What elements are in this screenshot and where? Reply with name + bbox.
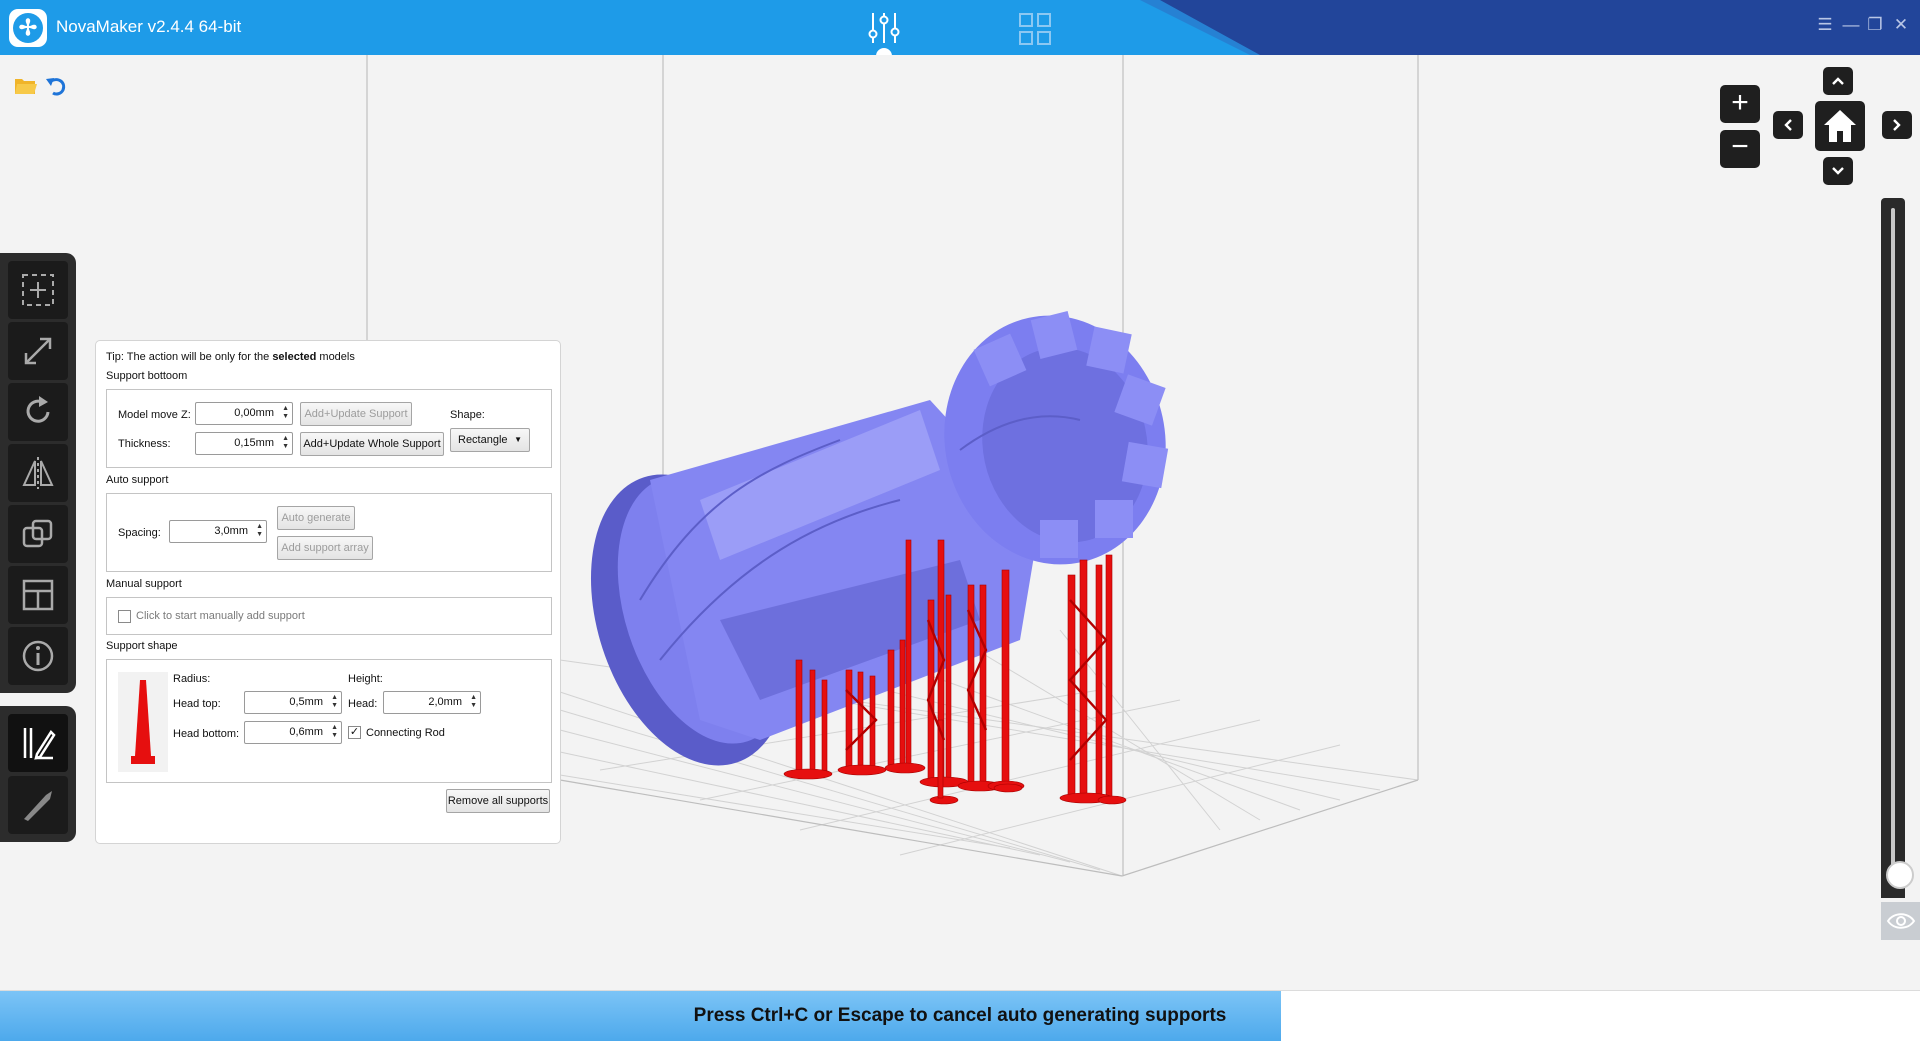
manual-support-title: Manual support	[106, 578, 182, 590]
chevron-down-icon: ▼	[514, 435, 522, 444]
knife-icon	[24, 791, 52, 821]
layout-icon	[22, 579, 54, 611]
minimize-button[interactable]: —	[1840, 14, 1862, 36]
auto-support-title: Auto support	[106, 474, 169, 486]
connecting-rod-checkbox[interactable]: ✓	[348, 726, 361, 739]
support-edit-icon	[23, 728, 56, 760]
panel-tip: Tip: The action will be only for the sel…	[106, 351, 355, 363]
home-view-button[interactable]	[1815, 101, 1865, 151]
status-bar: Press Ctrl+C or Escape to cancel auto ge…	[0, 990, 1920, 1041]
fit-view-icon	[22, 274, 54, 306]
info-icon	[22, 640, 54, 672]
support-shape-preview-icon	[118, 672, 168, 772]
chevron-down-icon	[1832, 167, 1844, 175]
close-button[interactable]: ✕	[1890, 14, 1912, 36]
duplicate-icon	[22, 519, 53, 548]
shape-label: Shape:	[450, 409, 485, 421]
fit-to-view-tool[interactable]	[8, 261, 68, 319]
rotate-icon	[26, 396, 50, 423]
knife-tool[interactable]	[8, 776, 68, 834]
auto-generate-button[interactable]: Auto generate	[277, 506, 355, 530]
menu-icon[interactable]: ☰	[1814, 14, 1836, 36]
view-down-button[interactable]	[1823, 157, 1853, 185]
app-title: NovaMaker v2.4.4 64-bit	[56, 17, 242, 36]
scale-tool[interactable]	[8, 322, 68, 380]
home-icon	[1824, 110, 1856, 142]
left-toolbar-secondary	[0, 706, 76, 842]
support-bottom-title: Support bottoom	[106, 370, 188, 382]
chevron-right-icon	[1893, 119, 1901, 131]
view-up-button[interactable]	[1823, 67, 1853, 95]
support-shape-title: Support shape	[106, 640, 178, 652]
rotate-tool[interactable]	[8, 383, 68, 441]
chevron-left-icon	[1784, 119, 1792, 131]
undo-icon[interactable]	[44, 74, 68, 98]
mirror-tool[interactable]	[8, 444, 68, 502]
head-top-input[interactable]: 0,5mm ▲ ▼	[244, 691, 342, 714]
add-support-array-button[interactable]: Add support array	[277, 536, 373, 560]
scale-arrow-icon	[24, 337, 52, 365]
slicer-settings-tab-icon[interactable]	[866, 10, 902, 46]
add-update-support-button[interactable]: Add+Update Support	[300, 402, 412, 426]
model-grid-tab-icon[interactable]	[1018, 12, 1052, 46]
model-move-z-input[interactable]: 0,00mm ▲ ▼	[195, 402, 293, 425]
spacing-label: Spacing:	[118, 527, 161, 539]
spacing-input[interactable]: 3,0mm ▲ ▼	[169, 520, 267, 543]
zoom-in-button[interactable]: +	[1720, 85, 1760, 123]
thickness-input[interactable]: 0,15mm ▲ ▼	[195, 432, 293, 455]
minus-icon: −	[1731, 130, 1749, 163]
active-tab-indicator	[876, 48, 892, 55]
thickness-label: Thickness:	[118, 438, 171, 450]
view-right-button[interactable]	[1882, 111, 1912, 139]
height-label: Height:	[348, 673, 383, 685]
plus-icon: +	[1731, 86, 1749, 119]
left-toolbar	[0, 253, 76, 693]
layer-slider-handle[interactable]	[1886, 861, 1914, 889]
head-bottom-input[interactable]: 0,6mm ▲ ▼	[244, 721, 342, 744]
restore-button[interactable]: ❐	[1864, 14, 1886, 36]
head-bottom-label: Head bottom:	[173, 728, 240, 740]
connecting-rod-label[interactable]: Connecting Rod	[366, 727, 445, 739]
head-label: Head:	[348, 698, 378, 710]
layout-tool[interactable]	[8, 566, 68, 624]
manual-support-group: Click to start manually add support	[106, 597, 552, 635]
support-panel: Tip: The action will be only for the sel…	[95, 340, 561, 844]
head-input[interactable]: 2,0mm ▲ ▼	[383, 691, 481, 714]
support-bottom-group: Model move Z: 0,00mm ▲ ▼ Add+Update Suppor…	[106, 389, 552, 468]
model-move-z-label: Model move Z:	[118, 409, 191, 421]
zoom-out-button[interactable]: −	[1720, 130, 1760, 168]
radius-label: Radius:	[173, 673, 211, 685]
info-tool[interactable]	[8, 627, 68, 685]
view-left-button[interactable]	[1773, 111, 1803, 139]
open-folder-icon[interactable]	[14, 76, 38, 96]
manual-support-checkbox[interactable]	[118, 610, 131, 623]
manual-support-checkbox-label[interactable]: Click to start manually add support	[136, 610, 305, 622]
remove-all-supports-button[interactable]: Remove all supports	[446, 789, 550, 813]
title-bar: ✢ NovaMaker v2.4.4 64-bit ☰ — ❐ ✕	[0, 0, 1920, 55]
layer-slider[interactable]	[1881, 198, 1905, 898]
status-message: Press Ctrl+C or Escape to cancel auto ge…	[693, 1005, 1227, 1026]
head-top-label: Head top:	[173, 698, 221, 710]
eye-icon	[1886, 913, 1916, 929]
support-shape-group: Radius: Height: Head top: 0,5mm ▲ ▼ Head: …	[106, 659, 552, 783]
duplicate-tool[interactable]	[8, 505, 68, 563]
mirror-icon	[22, 457, 54, 489]
shape-select[interactable]: Rectangle ▼	[450, 428, 530, 452]
chevron-up-icon	[1832, 77, 1844, 85]
visibility-toggle[interactable]	[1881, 902, 1920, 940]
auto-support-group: Spacing: 3,0mm ▲ ▼ Auto generate Add suppo…	[106, 493, 552, 572]
add-update-whole-support-button[interactable]: Add+Update Whole Support	[300, 432, 444, 456]
app-logo-icon: ✢	[9, 9, 47, 47]
support-edit-tool[interactable]	[8, 714, 68, 772]
